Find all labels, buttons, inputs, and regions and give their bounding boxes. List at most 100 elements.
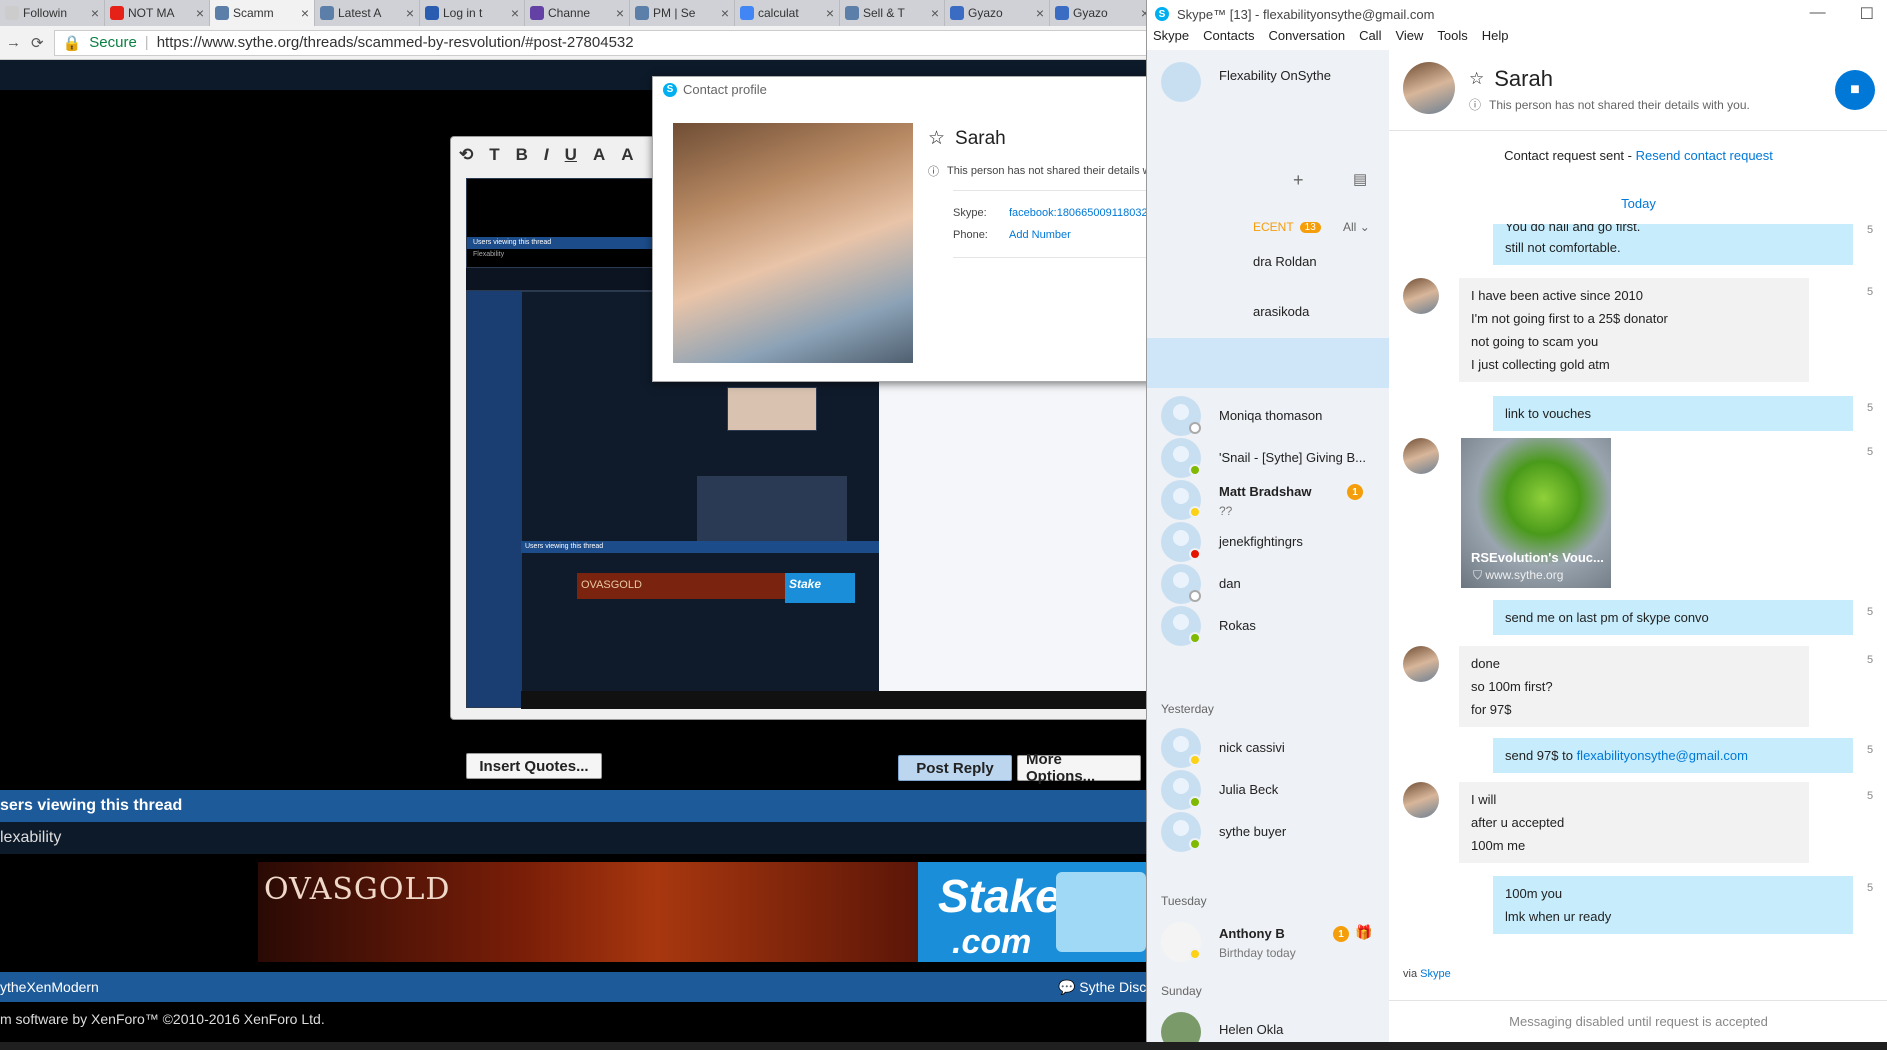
self-avatar[interactable] bbox=[1161, 62, 1201, 102]
close-tab-icon[interactable]: × bbox=[301, 5, 309, 21]
resend-request-link[interactable]: Resend contact request bbox=[1636, 148, 1773, 163]
profile-photo bbox=[673, 123, 913, 363]
close-tab-icon[interactable]: × bbox=[826, 5, 834, 21]
contact-row[interactable]: Anthony B Birthday today 1 🎁 bbox=[1147, 918, 1389, 966]
close-tab-icon[interactable]: × bbox=[721, 5, 729, 21]
secure-label: Secure bbox=[89, 34, 137, 51]
skype-menu-bar: Skype Contacts Conversation Call View Tools He… bbox=[1147, 28, 1887, 50]
close-tab-icon[interactable]: × bbox=[196, 5, 204, 21]
browser-tab[interactable]: PM | Se × bbox=[630, 0, 735, 26]
menu-item-view[interactable]: View bbox=[1395, 28, 1423, 50]
discord-link[interactable]: 💬 Sythe Disco bbox=[1058, 979, 1154, 996]
contact-row[interactable]: nick cassivi bbox=[1147, 724, 1389, 772]
url-text[interactable]: https://www.sythe.org/threads/scammed-by… bbox=[157, 34, 634, 51]
link-preview-card[interactable]: RSEvolution's Vouc... ⛉ www.sythe.org bbox=[1461, 438, 1611, 588]
contacts-book-icon[interactable]: ▤ bbox=[1353, 170, 1367, 188]
status-icon bbox=[1189, 590, 1201, 602]
close-tab-icon[interactable]: × bbox=[931, 5, 939, 21]
close-tab-icon[interactable]: × bbox=[511, 5, 519, 21]
remove-format-icon[interactable]: ⟲ bbox=[459, 145, 473, 165]
day-separator: Tuesday bbox=[1161, 894, 1207, 908]
post-reply-button[interactable]: Post Reply bbox=[898, 755, 1012, 781]
recent-header[interactable]: ECENT 13 bbox=[1253, 220, 1321, 234]
status-icon bbox=[1189, 838, 1201, 850]
style-chooser[interactable]: ytheXenModern bbox=[0, 979, 99, 995]
contact-partial-2[interactable]: arasikoda bbox=[1253, 304, 1309, 319]
star-icon[interactable]: ☆ bbox=[1469, 69, 1484, 89]
contact-partial-1[interactable]: dra Roldan bbox=[1253, 254, 1317, 269]
editor-toolbar: ⟲ T B I U A A bbox=[459, 145, 634, 165]
browser-tab[interactable]: Log in t × bbox=[420, 0, 525, 26]
bold-icon[interactable]: B bbox=[516, 145, 528, 165]
browser-tab[interactable]: Channe × bbox=[525, 0, 630, 26]
browser-tab[interactable]: NOT MA × bbox=[105, 0, 210, 26]
contact-row[interactable]: Julia Beck bbox=[1147, 766, 1389, 814]
nested-viewers: Flexability bbox=[473, 251, 505, 258]
selected-contact-row[interactable] bbox=[1147, 338, 1389, 388]
via-skype: via Skype bbox=[1403, 968, 1451, 980]
status-icon bbox=[1189, 548, 1201, 560]
conversation-avatar[interactable] bbox=[1403, 62, 1455, 114]
messaging-disabled-notice: Messaging disabled until request is acce… bbox=[1389, 1000, 1887, 1042]
forward-icon[interactable]: → bbox=[6, 34, 21, 51]
italic-icon[interactable]: I bbox=[544, 145, 549, 165]
contact-row[interactable]: 'Snail - [Sythe] Giving B... bbox=[1147, 434, 1389, 482]
close-tab-icon[interactable]: × bbox=[1036, 5, 1044, 21]
menu-item-skype[interactable]: Skype bbox=[1153, 28, 1189, 50]
star-icon[interactable]: ☆ bbox=[928, 127, 945, 150]
unread-badge: 1 bbox=[1333, 926, 1349, 942]
clear-format-icon[interactable]: T bbox=[489, 145, 499, 165]
profile-name: ☆ Sarah bbox=[928, 127, 1006, 150]
browser-tab[interactable]: Scamm × bbox=[210, 0, 315, 26]
video-call-button[interactable]: ■ bbox=[1835, 70, 1875, 110]
menu-item-help[interactable]: Help bbox=[1482, 28, 1509, 50]
contact-row[interactable]: Matt Bradshaw?? 1 bbox=[1147, 476, 1389, 524]
stake-ad[interactable]: Stake .com bbox=[918, 862, 1160, 962]
status-icon bbox=[1189, 506, 1201, 518]
font-size-icon[interactable]: A bbox=[621, 145, 633, 165]
skype-id-value[interactable]: facebook:180665009118032 bbox=[1009, 207, 1148, 219]
contact-row[interactable]: dan bbox=[1147, 560, 1389, 608]
menu-item-conversation[interactable]: Conversation bbox=[1268, 28, 1345, 50]
browser-tab[interactable]: Gyazo × bbox=[945, 0, 1050, 26]
browser-tab[interactable]: Sell & T × bbox=[840, 0, 945, 26]
menu-item-contacts[interactable]: Contacts bbox=[1203, 28, 1254, 50]
browser-tab[interactable]: Gyazo × bbox=[1050, 0, 1155, 26]
contact-row[interactable]: jenekfightingrs bbox=[1147, 518, 1389, 566]
close-tab-icon[interactable]: × bbox=[406, 5, 414, 21]
gift-icon[interactable]: 🎁 bbox=[1355, 924, 1372, 941]
self-name[interactable]: Flexability OnSythe bbox=[1219, 68, 1331, 83]
browser-tab[interactable]: calculat × bbox=[735, 0, 840, 26]
day-separator: Sunday bbox=[1161, 984, 1202, 998]
font-color-icon[interactable]: A bbox=[593, 145, 605, 165]
contact-row[interactable]: Moniqa thomason bbox=[1147, 392, 1389, 440]
close-tab-icon[interactable]: × bbox=[616, 5, 624, 21]
skype-link[interactable]: Skype bbox=[1420, 968, 1451, 980]
maximize-icon[interactable]: ☐ bbox=[1860, 4, 1874, 24]
contact-row[interactable]: Rokas bbox=[1147, 602, 1389, 650]
address-bar[interactable]: 🔒 Secure | https://www.sythe.org/threads… bbox=[53, 29, 1150, 56]
more-options-button[interactable]: More Options... bbox=[1017, 751, 1141, 785]
minimize-icon[interactable]: — bbox=[1810, 4, 1826, 24]
filter-dropdown[interactable]: All ⌄ bbox=[1343, 220, 1370, 234]
menu-item-tools[interactable]: Tools bbox=[1437, 28, 1467, 50]
tab-favicon-icon bbox=[110, 6, 124, 20]
ovasgold-ad[interactable]: OVASGOLD bbox=[258, 862, 923, 962]
skype-title-bar: S Skype™ [13] - flexabilityonsythe@gmail… bbox=[1147, 0, 1887, 28]
underline-icon[interactable]: U bbox=[565, 145, 577, 165]
contact-row[interactable]: sythe buyer bbox=[1147, 808, 1389, 856]
add-number-link[interactable]: Add Number bbox=[1009, 229, 1071, 241]
menu-item-call[interactable]: Call bbox=[1359, 28, 1381, 50]
avatar bbox=[1403, 438, 1439, 474]
email-link[interactable]: flexabilityonsythe@gmail.com bbox=[1577, 748, 1748, 763]
forum-footer-bar: ytheXenModern 💬 Sythe Disco bbox=[0, 972, 1160, 1002]
close-tab-icon[interactable]: × bbox=[91, 5, 99, 21]
reload-icon[interactable]: ⟳ bbox=[31, 34, 44, 52]
insert-quotes-button[interactable]: Insert Quotes... bbox=[466, 753, 602, 779]
contact-row[interactable]: Helen Okla bbox=[1147, 1008, 1389, 1042]
plus-icon[interactable]: + bbox=[1293, 170, 1304, 191]
address-toolbar: → ⟳ 🔒 Secure | https://www.sythe.org/thr… bbox=[0, 26, 1160, 60]
browser-tab[interactable]: Latest A × bbox=[315, 0, 420, 26]
browser-tab[interactable]: Followin × bbox=[0, 0, 105, 26]
windows-taskbar bbox=[0, 1042, 1887, 1050]
